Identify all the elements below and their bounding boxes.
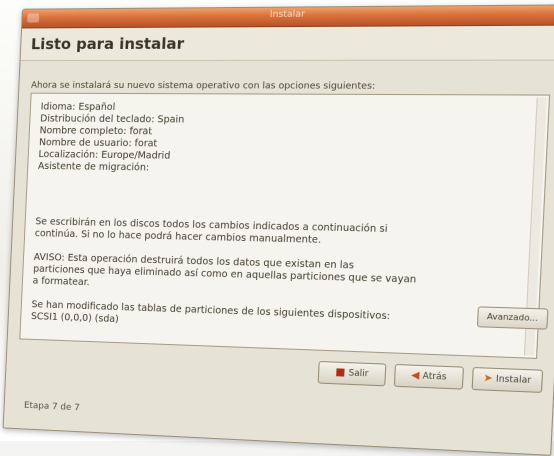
exit-button-label: Salir [348,368,368,379]
action-buttons: ■ Salir ◀ Atrás ➤ Instalar [318,361,544,393]
summary-panel: Idioma: Español Distribución del teclado… [19,93,550,359]
step-indicator: Etapa 7 de 7 [24,401,80,414]
back-button[interactable]: ◀ Atrás [394,364,464,390]
install-button[interactable]: ➤ Instalar [472,367,544,393]
title-bar[interactable]: Instalar × [22,5,554,28]
page-header: Listo para instalar [21,26,554,61]
settings-list: Idioma: Español Distribución del teclado… [38,102,540,181]
installer-window: Instalar × Listo para instalar Ahora se … [3,4,554,456]
exit-icon: ■ [335,368,345,379]
warning-text: AVISO: Esta operación destruirá todos lo… [32,252,531,303]
back-button-label: Atrás [422,371,446,382]
window-title: Instalar [22,8,554,22]
partitions-text: Se han modificado las tablas de particio… [31,299,529,340]
exit-button[interactable]: ■ Salir [318,361,387,386]
page-title: Listo para instalar [31,26,554,54]
advanced-button[interactable]: Avanzado... [477,306,549,329]
install-icon: ➤ [483,374,493,385]
back-arrow-icon: ◀ [411,371,420,382]
intro-text: Ahora se instalará su nuevo sistema oper… [31,81,554,93]
install-button-label: Instalar [496,374,532,386]
